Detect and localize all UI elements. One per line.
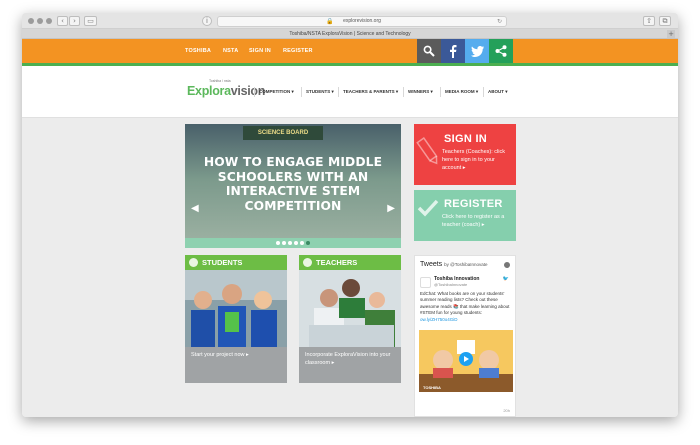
main-navigation: Toshiba / nsta Exploravision COMPETITION…	[22, 66, 678, 118]
forward-button[interactable]: ›	[69, 16, 80, 26]
science-board-sign: SCIENCE BOARD	[243, 126, 323, 140]
slider-dot[interactable]	[282, 241, 286, 245]
students-card[interactable]: STUDENTS Start your project now ▸	[185, 255, 287, 383]
slider-dot[interactable]	[294, 241, 298, 245]
slider-next-arrow[interactable]: ▶	[387, 203, 395, 214]
search-button[interactable]	[417, 39, 441, 63]
checkmark-icon	[417, 199, 439, 217]
register-description: Click here to register as a teacher (coa…	[442, 214, 505, 228]
teachers-card-text: Incorporate ExploraVision into your clas…	[305, 352, 391, 366]
facebook-icon	[450, 45, 457, 58]
students-card-header: STUDENTS	[185, 255, 287, 270]
new-tab-button[interactable]: +	[667, 30, 675, 38]
tweet-video[interactable]: TOSHIBA	[419, 330, 513, 392]
share-button[interactable]	[489, 39, 513, 63]
tweets-by[interactable]: by @ToshibaInnovate	[444, 262, 487, 267]
tabs-overview-button[interactable]: ⧉	[659, 16, 671, 26]
slider-dot[interactable]	[300, 241, 304, 245]
nav-students-label: STUDENTS	[306, 89, 331, 94]
zoom-window-button[interactable]	[46, 18, 52, 24]
nav-about-label: ABOUT	[488, 89, 504, 94]
facebook-button[interactable]	[441, 39, 465, 63]
register-link[interactable]: REGISTER	[283, 39, 313, 63]
search-icon	[423, 45, 435, 57]
address-bar[interactable]: 🔒 explorevision.org ↻	[217, 16, 507, 27]
tweet-link[interactable]: ow.ly/ZH750o4GiD	[420, 317, 458, 322]
nav-competition-label: COMPETITION	[259, 89, 291, 94]
slider-dot[interactable]	[306, 241, 310, 245]
slider-pagination	[185, 238, 401, 248]
page-content: SCIENCE BOARD HOW TO ENGAGE MIDDLE SCHOO…	[22, 118, 678, 417]
tweet-text: EdChat: What books are on your students'…	[420, 291, 510, 316]
twitter-icon	[470, 45, 484, 57]
logo-part-explo: Explo	[187, 84, 220, 98]
toshiba-link[interactable]: TOSHIBA	[185, 39, 211, 63]
teachers-card[interactable]: TEACHERS Incorporate ExploraVision into …	[299, 255, 401, 383]
sidebar-toggle-icon[interactable]: ▭	[84, 16, 97, 26]
teachers-card-header: TEACHERS	[299, 255, 401, 270]
back-button[interactable]: ‹	[57, 16, 68, 26]
slide-title[interactable]: HOW TO ENGAGE MIDDLE SCHOOLERS WITH AN I…	[191, 155, 395, 213]
address-url: explorevision.org	[343, 18, 381, 24]
nav-media-room-label: MEDIA ROOM	[445, 89, 475, 94]
browser-toolbar: ‹ › ▭ i 🔒 explorevision.org ↻ ⇧ ⧉	[22, 13, 678, 29]
register-title: REGISTER	[444, 198, 503, 210]
browser-window: ‹ › ▭ i 🔒 explorevision.org ↻ ⇧ ⧉ Toshib…	[22, 13, 678, 417]
apple-circle-icon	[303, 258, 312, 267]
pencil-icon	[416, 137, 438, 165]
nav-students[interactable]: STUDENTS ▾	[301, 87, 334, 97]
tweet-timestamp: 20h	[503, 408, 510, 413]
teachers-card-title: TEACHERS	[316, 258, 358, 267]
tab-title[interactable]: Toshiba/NSTA ExploraVision | Science and…	[289, 31, 410, 37]
nav-winners-label: WINNERS	[408, 89, 430, 94]
sign-in-panel[interactable]: SIGN IN Teachers (Coaches): click here t…	[414, 124, 516, 185]
sign-in-description: Teachers (Coaches): click here to sign i…	[442, 149, 505, 171]
logo-tagline: Toshiba / nsta	[209, 79, 231, 83]
video-caption: TOSHIBA	[423, 385, 441, 390]
avatar[interactable]	[420, 277, 431, 288]
students-card-text: Start your project now ▸	[191, 352, 249, 358]
share-page-button[interactable]: ⇧	[643, 16, 655, 26]
nav-teachers-parents-label: TEACHERS & PARENTS	[343, 89, 395, 94]
play-icon[interactable]	[459, 352, 473, 366]
info-icon[interactable]	[504, 262, 510, 268]
slider-dot[interactable]	[288, 241, 292, 245]
reload-icon[interactable]: ↻	[497, 17, 502, 26]
slider-dot[interactable]	[276, 241, 280, 245]
nav-competition[interactable]: COMPETITION ▾	[254, 87, 294, 97]
minimize-window-button[interactable]	[37, 18, 43, 24]
exploravision-logo[interactable]: Toshiba / nsta Exploravision	[187, 79, 265, 105]
nav-about[interactable]: ABOUT ▾	[483, 87, 508, 97]
tweets-title: Tweets	[420, 261, 443, 268]
top-utility-bar: TOSHIBA NSTA SIGN IN REGISTER	[22, 39, 678, 63]
tweet-author-handle[interactable]: @ToshibaInnovate	[434, 282, 467, 287]
twitter-bird-icon: 🐦	[502, 276, 509, 282]
nsta-link[interactable]: NSTA	[223, 39, 238, 63]
share-icon	[495, 45, 507, 57]
tweets-header: Tweets by @ToshibaInnovate	[420, 261, 488, 268]
nav-teachers-parents[interactable]: TEACHERS & PARENTS ▾	[338, 87, 398, 97]
students-photo	[185, 270, 287, 347]
students-card-title: STUDENTS	[202, 258, 243, 267]
register-panel[interactable]: REGISTER Click here to register as a tea…	[414, 190, 516, 241]
close-window-button[interactable]	[28, 18, 34, 24]
sign-in-link[interactable]: SIGN IN	[249, 39, 271, 63]
twitter-timeline: Tweets by @ToshibaInnovate Toshiba Innov…	[414, 255, 516, 417]
twitter-button[interactable]	[465, 39, 489, 63]
logo-part-ra: ra	[219, 84, 232, 98]
tweet-body: EdChat: What books are on your students'…	[420, 291, 512, 323]
nav-winners[interactable]: WINNERS ▾	[403, 87, 433, 97]
lock-icon: 🔒	[326, 18, 334, 25]
teachers-photo	[299, 270, 401, 347]
hero-slider[interactable]: SCIENCE BOARD HOW TO ENGAGE MIDDLE SCHOO…	[185, 124, 401, 248]
sign-in-title: SIGN IN	[444, 133, 488, 145]
tab-bar: Toshiba/NSTA ExploraVision | Science and…	[22, 29, 678, 39]
privacy-icon[interactable]: i	[202, 16, 212, 26]
pencil-circle-icon	[189, 258, 198, 267]
nav-media-room[interactable]: MEDIA ROOM ▾	[440, 87, 478, 97]
slider-prev-arrow[interactable]: ◀	[191, 203, 199, 214]
